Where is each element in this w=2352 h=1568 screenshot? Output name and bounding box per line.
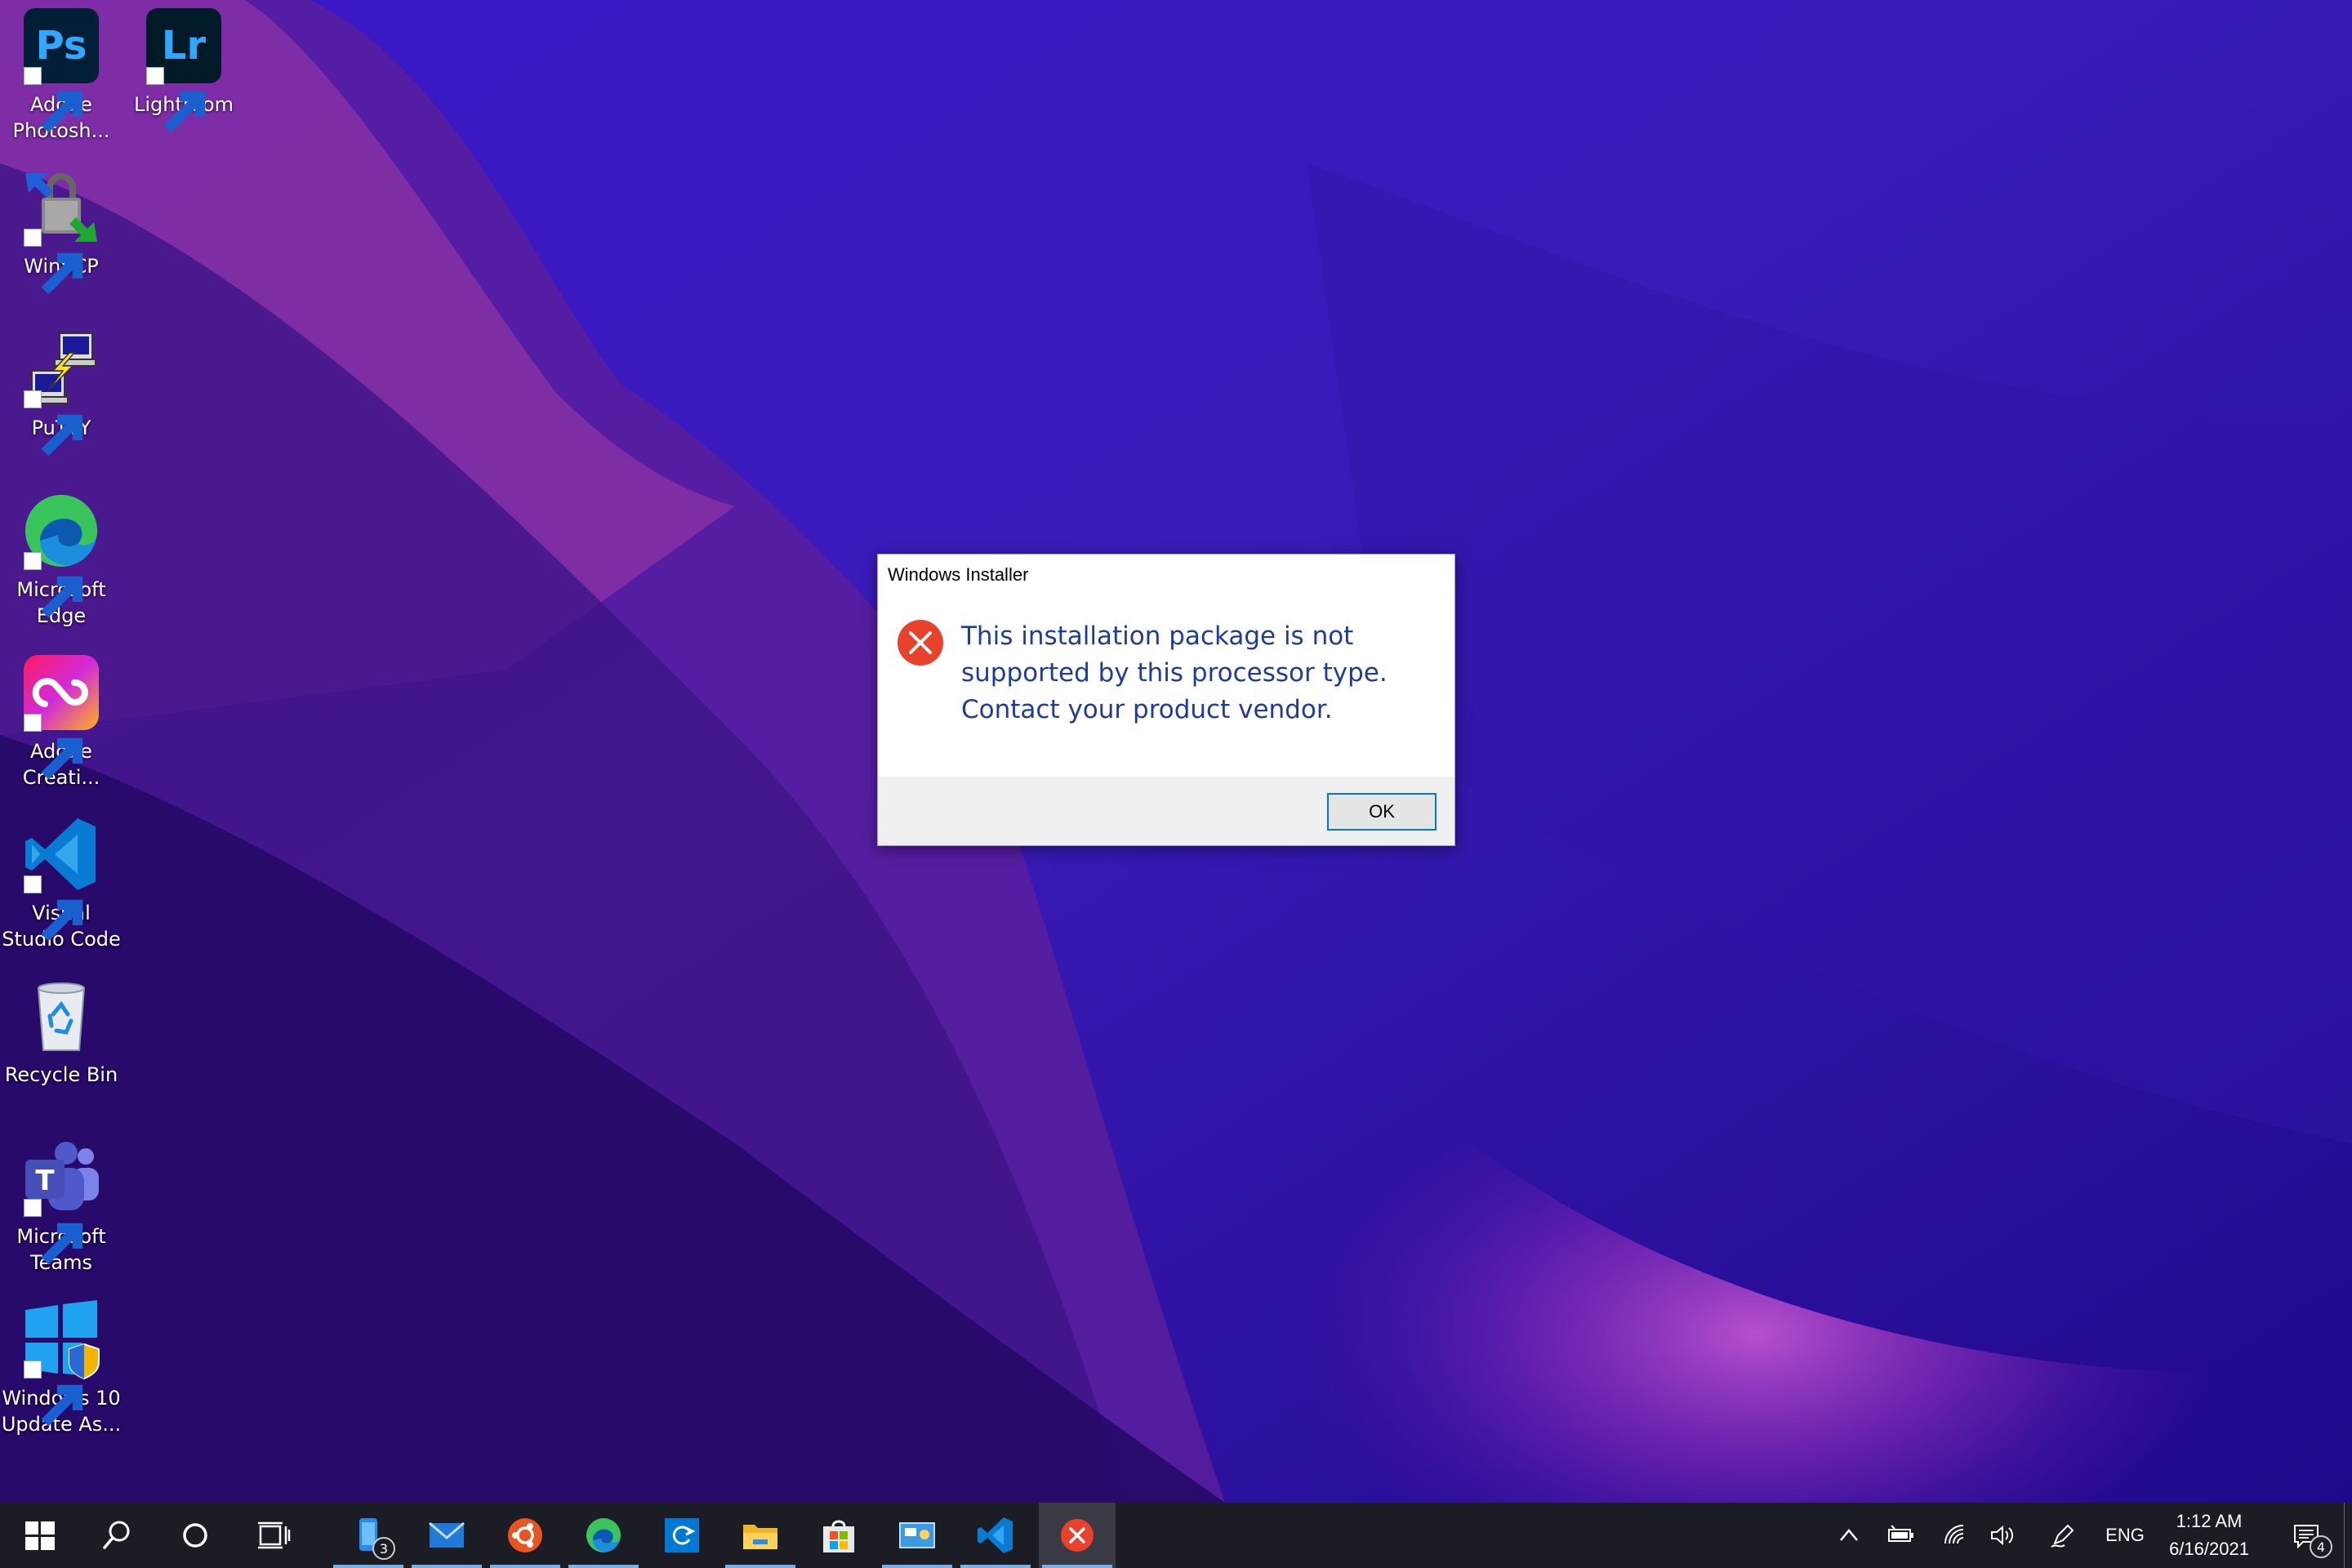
desktop-icon-label: Recycle Bin	[4, 1063, 118, 1086]
clock-time: 1:12 AM	[2176, 1511, 2243, 1531]
error-icon	[898, 620, 943, 666]
taskbar-microsoft-store[interactable]	[800, 1503, 877, 1568]
shortcut-arrow-icon	[24, 229, 83, 295]
search-icon	[103, 1521, 130, 1549]
shortcut-arrow-icon	[24, 67, 83, 133]
show-desktop-button[interactable]	[2344, 1503, 2352, 1568]
taskbar-remote-desktop[interactable]	[644, 1503, 720, 1568]
task-view-icon	[258, 1521, 291, 1549]
desktop-icon-creative-cloud[interactable]: Adobe Creati...	[0, 652, 122, 791]
pen-icon	[2051, 1524, 2074, 1548]
recycle-bin-icon	[37, 982, 86, 1051]
desktop-icon-vscode[interactable]: Visual Studio Code	[0, 813, 122, 952]
vscode-icon	[978, 1517, 1013, 1553]
windows-start-icon	[25, 1521, 55, 1550]
desktop-icon-edge[interactable]: Microsoft Edge	[0, 490, 122, 629]
shortcut-arrow-icon	[146, 67, 206, 133]
taskbar-control-panel[interactable]	[879, 1503, 956, 1568]
taskbar-vscode[interactable]	[957, 1503, 1034, 1568]
remote-desktop-icon	[665, 1518, 699, 1552]
shortcut-arrow-icon	[24, 1361, 83, 1427]
chevron-up-icon	[1840, 1529, 1858, 1541]
edge-icon	[586, 1518, 621, 1552]
desktop-icon-putty[interactable]: PuTTY	[0, 328, 122, 457]
shortcut-arrow-icon	[24, 390, 83, 457]
dialog-title: Windows Installer	[888, 564, 1029, 585]
mail-icon	[429, 1521, 465, 1548]
taskbar-phone-app[interactable]: 3	[330, 1503, 407, 1568]
taskbar-ubuntu[interactable]	[487, 1503, 564, 1568]
teams-text: T	[35, 1165, 55, 1197]
start-button[interactable]	[2, 1503, 78, 1568]
pen-button[interactable]	[2045, 1503, 2081, 1568]
dialog-footer: OK	[878, 777, 1454, 845]
shortcut-arrow-icon	[24, 1199, 83, 1265]
notification-count-badge: 4	[2310, 1535, 2332, 1558]
speaker-icon	[1991, 1525, 2014, 1546]
action-center-button[interactable]: 4	[2282, 1503, 2332, 1568]
desktop-icon-recycle-bin[interactable]: Recycle Bin	[0, 975, 122, 1088]
show-hidden-icons-button[interactable]	[1833, 1503, 1865, 1568]
input-language-button[interactable]: ENG	[2100, 1503, 2149, 1568]
taskbar-mail[interactable]	[408, 1503, 485, 1568]
cortana-button[interactable]	[157, 1503, 234, 1568]
windows-installer-dialog[interactable]: Windows Installer This installation pack…	[877, 554, 1455, 846]
language-indicator: ENG	[2105, 1525, 2145, 1545]
clock-button[interactable]: 1:12 AM 6/16/2021	[2156, 1508, 2262, 1563]
shortcut-arrow-icon	[24, 714, 83, 780]
error-icon	[1061, 1519, 1094, 1552]
notification-badge: 3	[372, 1537, 395, 1560]
shortcut-arrow-icon	[24, 552, 83, 618]
search-button[interactable]	[78, 1503, 155, 1568]
taskbar: 3 ENG 1:12 AM 6/16/2021 4	[0, 1503, 2352, 1568]
taskbar-file-explorer[interactable]	[722, 1503, 799, 1568]
desktop-icon-lightroom[interactable]: Lr Lightroom	[122, 5, 245, 133]
task-view-button[interactable]	[235, 1503, 312, 1568]
battery-icon	[1888, 1525, 1913, 1542]
wifi-icon	[1944, 1525, 1964, 1544]
control-panel-icon	[899, 1522, 935, 1548]
battery-button[interactable]	[1883, 1503, 1919, 1568]
lr-text: Lr	[162, 23, 207, 69]
dialog-message: This installation package is not support…	[961, 618, 1419, 728]
desktop-icon-teams[interactable]: T Microsoft Teams	[0, 1137, 122, 1276]
taskbar-edge[interactable]	[565, 1503, 642, 1568]
cortana-icon	[183, 1523, 207, 1548]
desktop-icon-windows-update-assistant[interactable]: Windows 10 Update As...	[0, 1298, 122, 1437]
dialog-message-line: Contact your product vendor.	[961, 695, 1333, 724]
dialog-message-line: supported by this processor type.	[961, 658, 1388, 688]
ubuntu-icon	[508, 1518, 542, 1552]
shortcut-arrow-icon	[24, 875, 83, 942]
ps-text: Ps	[36, 23, 87, 69]
ok-button[interactable]: OK	[1327, 793, 1437, 831]
folder-icon	[743, 1525, 777, 1549]
dialog-message-line: This installation package is not	[961, 621, 1354, 651]
desktop-icon-winscp[interactable]: WinSCP	[0, 167, 122, 295]
clock-date: 6/16/2021	[2169, 1539, 2249, 1559]
desktop-icon-photoshop[interactable]: Ps Adobe Photosh...	[0, 5, 122, 144]
taskbar-error-dialog[interactable]	[1039, 1503, 1116, 1568]
store-icon	[823, 1520, 854, 1552]
network-button[interactable]	[1937, 1503, 1973, 1568]
volume-button[interactable]	[1984, 1503, 2020, 1568]
